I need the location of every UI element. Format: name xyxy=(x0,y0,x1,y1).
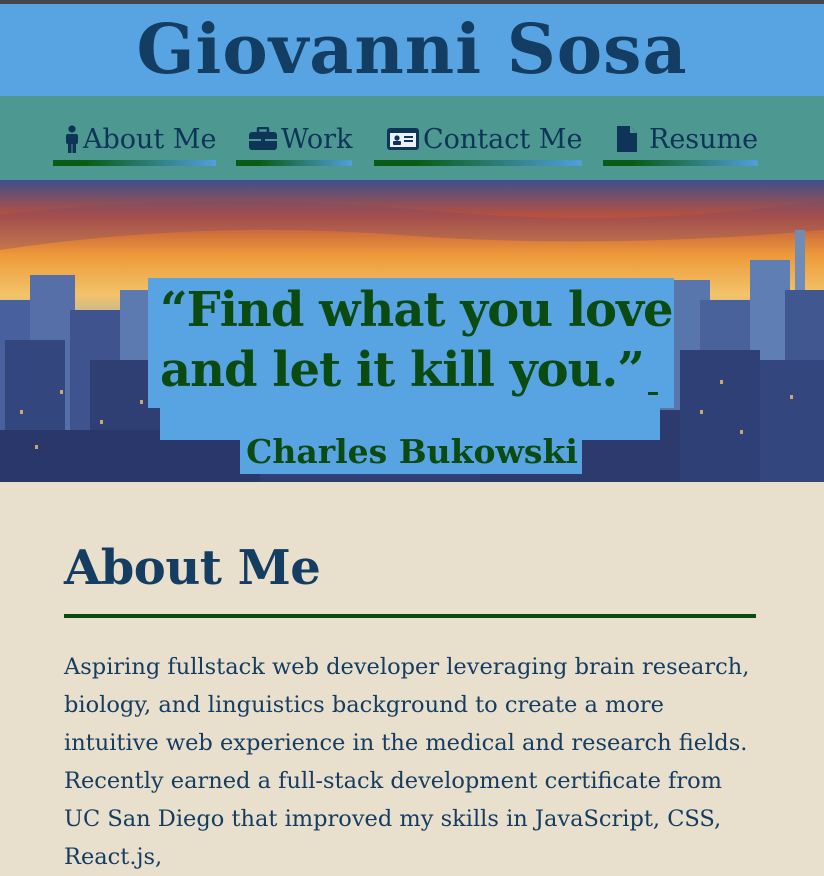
id-card-icon xyxy=(386,127,420,151)
site-title: Giovanni Sosa xyxy=(136,10,688,90)
nav-label-resume: Resume xyxy=(649,123,759,155)
nav-underline xyxy=(603,160,759,166)
quote-line-1: “Find what you love xyxy=(160,282,674,338)
nav-item-resume[interactable]: Resume xyxy=(603,118,759,166)
nav-underline xyxy=(236,160,353,166)
site-header: Giovanni Sosa xyxy=(0,4,824,96)
hero-quote: “Find what you love and let it kill you.… xyxy=(160,280,680,400)
briefcase-icon xyxy=(248,127,278,151)
nav-underline xyxy=(374,160,583,166)
quote-author: Charles Bukowski xyxy=(246,432,578,471)
nav-label-contact-me: Contact Me xyxy=(423,123,583,155)
file-icon xyxy=(616,125,638,153)
about-heading: About Me xyxy=(64,540,321,596)
nav-label-about-me: About Me xyxy=(83,123,217,155)
quote-line-2: and let it kill you.” xyxy=(160,342,645,398)
nav-item-contact-me[interactable]: Contact Me xyxy=(374,118,583,166)
about-paragraph: Aspiring fullstack web developer leverag… xyxy=(64,654,750,870)
nav-label-work: Work xyxy=(281,123,353,155)
main-nav: About Me Work Contact Me Resume xyxy=(0,96,824,180)
nav-item-about-me[interactable]: About Me xyxy=(53,118,217,166)
quote-dash xyxy=(648,392,658,395)
nav-underline xyxy=(53,160,217,166)
about-divider xyxy=(64,614,756,618)
nav-item-work[interactable]: Work xyxy=(236,118,353,166)
person-icon xyxy=(64,125,80,153)
hero-banner: “Find what you love and let it kill you.… xyxy=(0,180,824,482)
